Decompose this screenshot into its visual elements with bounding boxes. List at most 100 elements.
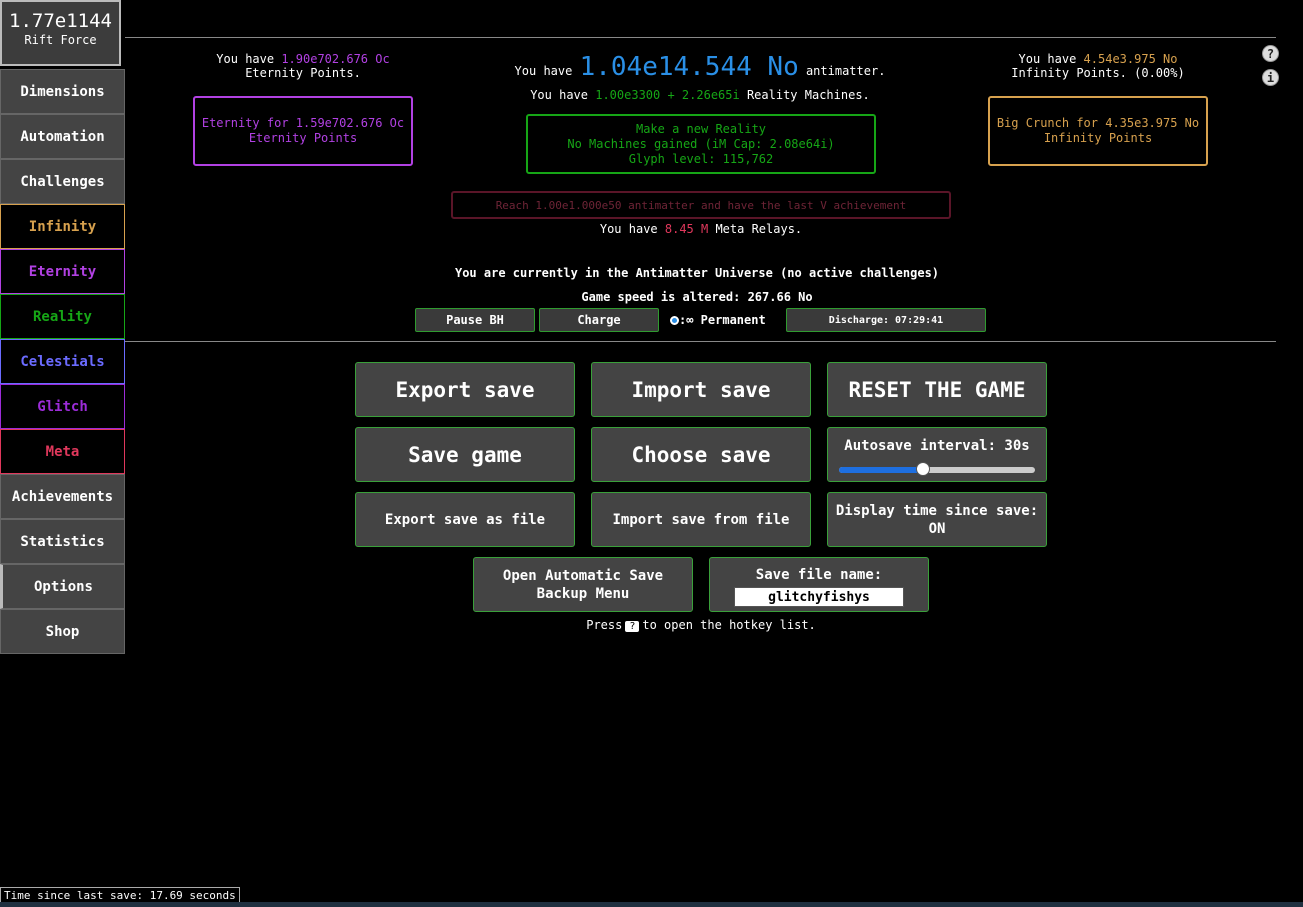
tab-meta[interactable]: Meta bbox=[0, 429, 125, 474]
tab-statistics[interactable]: Statistics bbox=[0, 519, 125, 564]
file-name-label: Save file name: bbox=[755, 567, 883, 583]
reset-label: RESET THE GAME bbox=[848, 377, 1026, 402]
autosave-slider[interactable] bbox=[839, 462, 1035, 476]
info-icon[interactable]: i bbox=[1262, 69, 1279, 86]
meta-btn-text: Reach 1.00e1.000e50 antimatter and have … bbox=[495, 198, 907, 212]
ep-value: 1.90e702.676 Oc bbox=[281, 52, 390, 66]
crunch-btn-line1: Big Crunch for 4.35e3.975 No bbox=[996, 116, 1200, 130]
mr-pre: You have bbox=[599, 222, 665, 236]
display-time-toggle[interactable]: Display time since save: ON bbox=[827, 492, 1047, 547]
import-file-label: Import save from file bbox=[612, 511, 790, 528]
ep-post: Eternity Points. bbox=[245, 66, 361, 80]
big-crunch-button[interactable]: Big Crunch for 4.35e3.975 No Infinity Po… bbox=[988, 96, 1208, 166]
export-save-button[interactable]: Export save bbox=[355, 362, 575, 417]
tab-achievements[interactable]: Achievements bbox=[0, 474, 125, 519]
export-save-label: Export save bbox=[395, 377, 535, 402]
tab-label: Shop bbox=[45, 623, 80, 640]
reality-btn-line2: No Machines gained (iM Cap: 2.08e64i) bbox=[567, 136, 835, 151]
rm-post: Reality Machines. bbox=[739, 88, 870, 102]
pause-bh-label: Pause BH bbox=[446, 313, 504, 327]
tab-label: Meta bbox=[45, 443, 80, 460]
import-save-label: Import save bbox=[631, 377, 771, 402]
hotkey-hint: Press? to open the hotkey list. bbox=[473, 618, 929, 632]
rm-pre: You have bbox=[530, 88, 596, 102]
charge-button[interactable]: Charge bbox=[539, 308, 659, 332]
am-post: antimatter. bbox=[798, 64, 886, 78]
tab-automation[interactable]: Automation bbox=[0, 114, 125, 159]
tab-infinity[interactable]: Infinity bbox=[0, 204, 125, 249]
help-icon[interactable]: ? bbox=[1262, 45, 1279, 62]
import-file-button[interactable]: Import save from file bbox=[591, 492, 811, 547]
permanent-toggle[interactable]: :∞ Permanent bbox=[670, 313, 766, 327]
backup-menu-button[interactable]: Open Automatic Save Backup Menu bbox=[473, 557, 693, 612]
meta-button[interactable]: Reach 1.00e1.000e50 antimatter and have … bbox=[451, 191, 951, 219]
reality-machines-text: You have 1.00e3300 + 2.26e65i Reality Ma… bbox=[470, 88, 930, 102]
eternity-btn-line2: Eternity Points bbox=[248, 131, 358, 145]
pause-bh-button[interactable]: Pause BH bbox=[415, 308, 535, 332]
tab-label: Celestials bbox=[20, 353, 105, 370]
rift-force-label: Rift Force bbox=[24, 33, 97, 47]
choose-save-label: Choose save bbox=[631, 442, 771, 467]
tab-shop[interactable]: Shop bbox=[0, 609, 125, 654]
export-file-button[interactable]: Export save as file bbox=[355, 492, 575, 547]
hotkey-pre: Press bbox=[586, 618, 623, 632]
tab-label: Achievements bbox=[11, 488, 114, 505]
tab-label: Dimensions bbox=[20, 83, 105, 100]
discharge-button[interactable]: Discharge: 07:29:41 bbox=[786, 308, 986, 332]
reset-game-button[interactable]: RESET THE GAME bbox=[827, 362, 1047, 417]
autosave-label: Autosave interval: 30s bbox=[844, 438, 1030, 454]
tab-label: Eternity bbox=[28, 263, 97, 280]
autosave-interval-panel: Autosave interval: 30s bbox=[827, 427, 1047, 482]
tab-dimensions[interactable]: Dimensions bbox=[0, 69, 125, 114]
hotkey-post: to open the hotkey list. bbox=[642, 618, 816, 632]
meta-relays-text: You have 8.45 M Meta Relays. bbox=[451, 222, 951, 236]
eternity-button[interactable]: Eternity for 1.59e702.676 Oc Eternity Po… bbox=[193, 96, 413, 166]
tab-celestials[interactable]: Celestials bbox=[0, 339, 125, 384]
tab-label: Glitch bbox=[37, 398, 88, 415]
universe-text: You are currently in the Antimatter Univ… bbox=[454, 266, 940, 280]
reality-button[interactable]: Make a new Reality No Machines gained (i… bbox=[526, 114, 876, 174]
slider-knob[interactable] bbox=[916, 462, 931, 476]
tab-label: Infinity bbox=[28, 218, 97, 235]
rift-force-value: 1.77e1144 bbox=[9, 10, 112, 32]
import-save-button[interactable]: Import save bbox=[591, 362, 811, 417]
reality-btn-line3: Glyph level: 115,762 bbox=[628, 151, 774, 166]
antimatter-value: 1.04e14.544 No bbox=[579, 52, 799, 82]
save-file-name-input[interactable] bbox=[734, 587, 904, 607]
display-time-line1: Display time since save: bbox=[835, 502, 1039, 519]
crunch-btn-line2: Infinity Points bbox=[1043, 131, 1153, 145]
discharge-label: Discharge: 07:29:41 bbox=[828, 314, 944, 326]
hotkey-key[interactable]: ? bbox=[625, 621, 640, 632]
am-pre: You have bbox=[514, 64, 580, 78]
slider-fill bbox=[839, 467, 924, 473]
rift-force-display: 1.77e1144 Rift Force bbox=[0, 0, 121, 66]
tab-reality[interactable]: Reality bbox=[0, 294, 125, 339]
game-speed-text: Game speed is altered: 267.66 No bbox=[581, 290, 813, 304]
antimatter-text: You have 1.04e14.544 No antimatter. bbox=[470, 52, 930, 82]
ip-post: Infinity Points. (0.00%) bbox=[1011, 66, 1185, 80]
charge-label: Charge bbox=[577, 313, 621, 327]
backup-line2: Backup Menu bbox=[536, 585, 630, 602]
display-time-line2: ON bbox=[928, 520, 946, 537]
export-file-label: Export save as file bbox=[384, 511, 546, 528]
save-file-name-panel: Save file name: bbox=[709, 557, 929, 612]
tab-eternity[interactable]: Eternity bbox=[0, 249, 125, 294]
reality-btn-line1: Make a new Reality bbox=[635, 121, 767, 136]
info-glyph: i bbox=[1266, 70, 1275, 85]
help-glyph: ? bbox=[1266, 46, 1275, 61]
backup-line1: Open Automatic Save bbox=[502, 567, 664, 584]
tab-label: Challenges bbox=[20, 173, 105, 190]
mr-value: 8.45 M bbox=[664, 222, 709, 236]
tab-challenges[interactable]: Challenges bbox=[0, 159, 125, 204]
eternity-points-text: You have 1.90e702.676 Oc Eternity Points… bbox=[193, 52, 413, 80]
save-game-button[interactable]: Save game bbox=[355, 427, 575, 482]
choose-save-button[interactable]: Choose save bbox=[591, 427, 811, 482]
tab-glitch[interactable]: Glitch bbox=[0, 384, 125, 429]
tab-options[interactable]: Options bbox=[0, 564, 125, 609]
header-bottom-divider bbox=[125, 341, 1276, 342]
mr-post: Meta Relays. bbox=[708, 222, 803, 236]
ip-pre: You have bbox=[1018, 52, 1084, 66]
eternity-btn-line1: Eternity for 1.59e702.676 Oc bbox=[201, 116, 405, 130]
header-top-divider bbox=[125, 37, 1276, 38]
save-game-label: Save game bbox=[408, 442, 522, 467]
